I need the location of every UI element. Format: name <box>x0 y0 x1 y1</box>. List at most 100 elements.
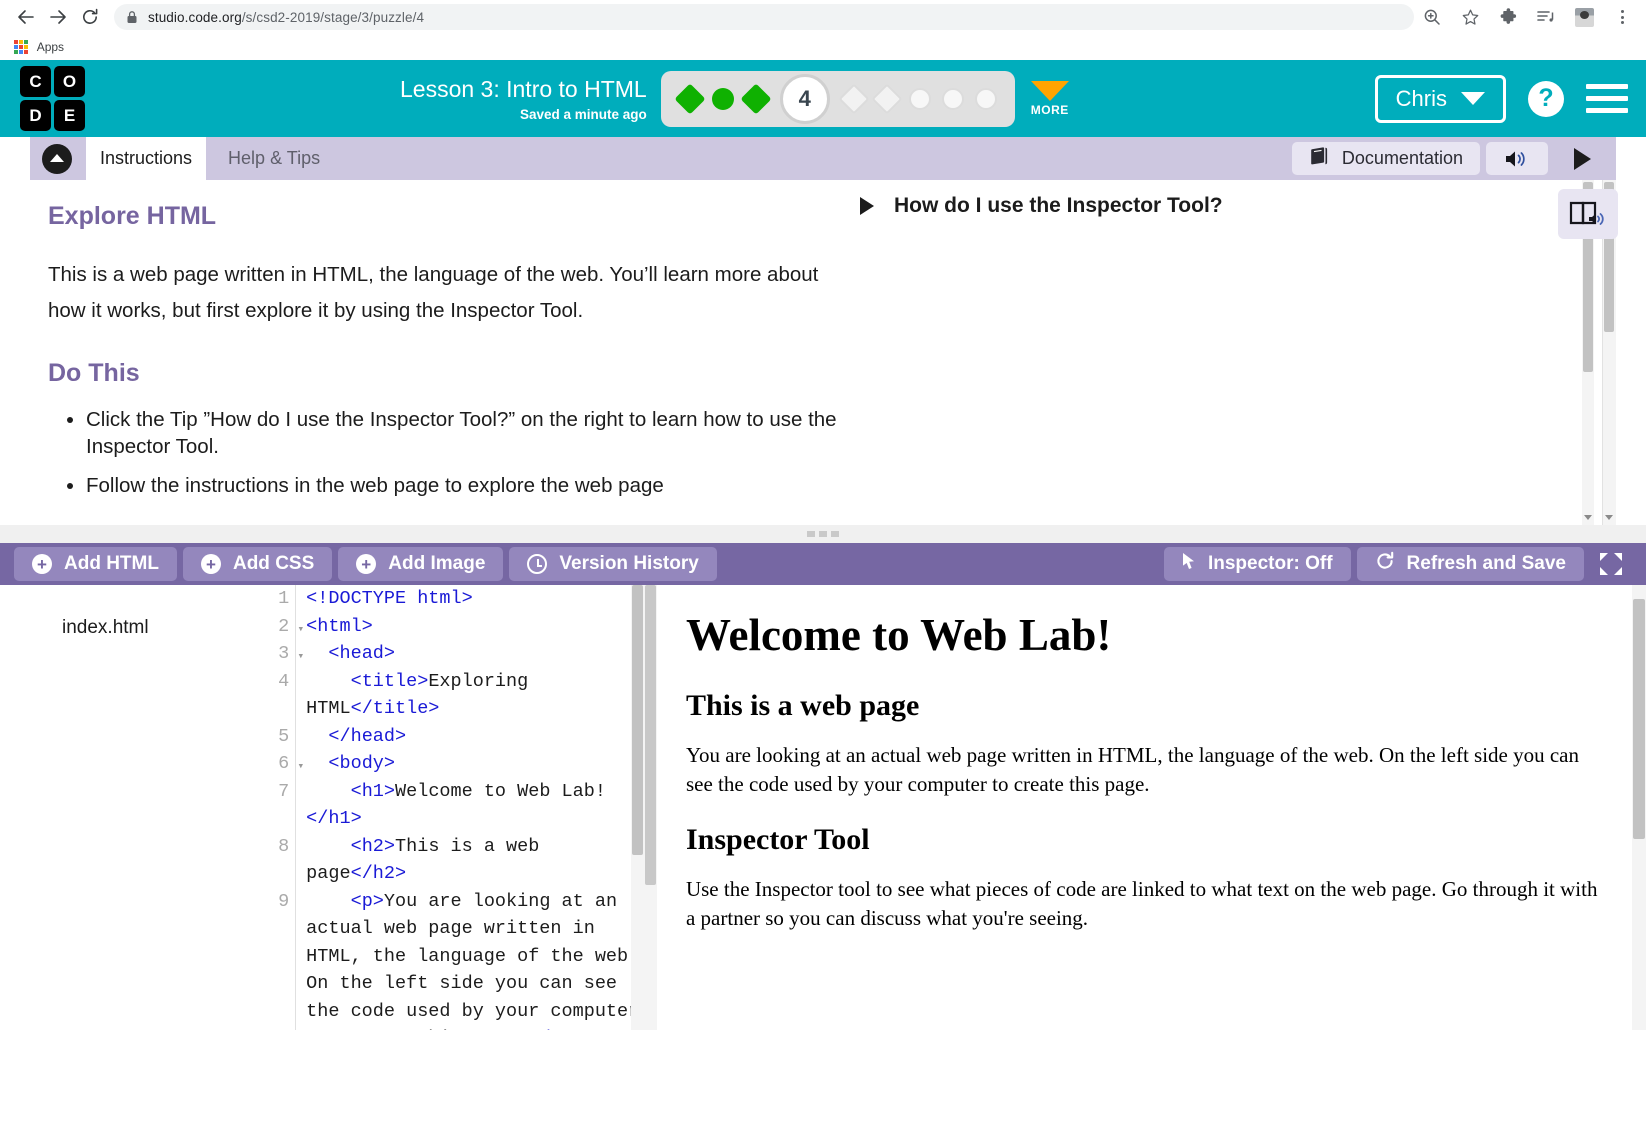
preview-paragraph-2: Use the Inspector tool to see what piece… <box>685 877 1598 930</box>
level-bubble-1[interactable] <box>674 82 706 115</box>
code-text[interactable]: <title>Exploring HTML</title> <box>295 667 644 723</box>
header-right: Chris ? <box>1374 60 1628 137</box>
refresh-and-save-button[interactable]: Refresh and Save <box>1356 547 1584 581</box>
fold-arrow-icon[interactable]: ▾ <box>298 617 305 645</box>
level-bubble-7[interactable] <box>908 87 931 110</box>
level-bubble-2[interactable] <box>711 87 734 110</box>
star-icon[interactable] <box>1460 7 1480 27</box>
code-line[interactable]: 2 ▾ <html> <box>247 612 644 640</box>
code-plain: Welcome to Web Lab! <box>395 780 606 802</box>
reload-icon[interactable] <box>74 1 106 33</box>
code-tag: </h2> <box>350 863 407 884</box>
add-html-button[interactable]: + Add HTML <box>14 547 177 581</box>
more-levels-button[interactable]: MORE <box>1030 80 1069 117</box>
code-org-logo[interactable]: C O D E <box>20 66 85 131</box>
zoom-icon[interactable] <box>1422 7 1442 27</box>
lock-icon <box>126 10 138 24</box>
editor-scrollbar[interactable] <box>630 585 644 1030</box>
code-line[interactable]: 8 <h2>This is a web page</h2> <box>247 832 644 888</box>
code-line[interactable]: 7 <h1>Welcome to Web Lab! </h1> <box>247 777 644 833</box>
code-text[interactable]: <p>You are looking at an actual web page… <box>295 887 644 1030</box>
code-tag: <h1> <box>350 780 396 802</box>
code-line[interactable]: 1 <!DOCTYPE html> <box>247 585 644 613</box>
code-text[interactable]: <body> <box>295 750 644 778</box>
hamburger-menu-icon[interactable] <box>1586 84 1628 113</box>
code-text[interactable]: <h1>Welcome to Web Lab! </h1> <box>295 777 644 833</box>
instructions-panel: Instructions Help & Tips Documentation E… <box>0 137 1646 525</box>
file-item-index-html[interactable]: index.html <box>62 617 247 639</box>
level-bubble-3[interactable] <box>740 82 772 115</box>
book-speaker-icon <box>1569 201 1604 225</box>
scrollbar-thumb[interactable] <box>631 585 643 855</box>
inspector-toggle-button[interactable]: Inspector: Off <box>1163 547 1351 581</box>
scroll-down-arrow[interactable] <box>1603 510 1615 524</box>
run-button[interactable] <box>1554 142 1610 175</box>
fold-arrow-icon[interactable]: ▾ <box>298 754 305 782</box>
preview-left-scrollbar[interactable] <box>643 585 657 1030</box>
chrome-menu-icon[interactable] <box>1612 7 1632 27</box>
fullscreen-expand-button[interactable] <box>1590 547 1632 581</box>
help-button[interactable]: ? <box>1528 80 1564 117</box>
code-plain <box>306 836 350 857</box>
profile-avatar-icon[interactable] <box>1574 7 1594 27</box>
reading-list-icon[interactable] <box>1536 7 1556 27</box>
extensions-puzzle-icon[interactable] <box>1498 7 1518 27</box>
level-bubble-9[interactable] <box>974 87 997 110</box>
tabbar-actions: Documentation <box>1291 142 1616 175</box>
level-bubble-6[interactable] <box>871 82 903 115</box>
code-line[interactable]: 4 <title>Exploring HTML</title> <box>247 667 644 723</box>
code-tag: <head> <box>328 643 396 664</box>
code-text[interactable]: <h2>This is a web page</h2> <box>295 832 644 888</box>
forward-icon[interactable] <box>42 1 74 33</box>
code-line[interactable]: 3 ▾ <head> <box>247 640 644 668</box>
apps-grid-icon[interactable] <box>14 40 28 54</box>
add-image-label: Add Image <box>388 553 486 574</box>
refresh-icon <box>1375 551 1395 577</box>
address-bar[interactable]: studio.code.org/s/csd2-2019/stage/3/puzz… <box>114 4 1414 30</box>
panel-resize-handle[interactable] <box>0 525 1646 543</box>
user-menu-button[interactable]: Chris <box>1374 74 1506 123</box>
bookmarks-bar: Apps <box>0 34 1646 60</box>
back-icon[interactable] <box>10 1 42 33</box>
preview-h2-web-page: This is a web page <box>685 689 920 722</box>
level-progress-bar: 4 <box>660 70 1015 127</box>
level-bubble-8[interactable] <box>941 87 964 110</box>
code-text[interactable]: <html> <box>295 612 644 640</box>
scrollbar-thumb[interactable] <box>644 585 656 885</box>
code-plain <box>306 891 350 912</box>
code-line[interactable]: 9 <p>You are looking at an actual web pa… <box>247 887 644 1030</box>
code-text[interactable]: <!DOCTYPE html> <box>295 585 644 613</box>
floating-tts-button[interactable] <box>1558 189 1618 239</box>
tab-instructions[interactable]: Instructions <box>86 137 207 180</box>
add-css-button[interactable]: + Add CSS <box>182 547 333 581</box>
code-line[interactable]: 5 </head> <box>247 722 644 750</box>
code-tag: </h1> <box>306 808 362 829</box>
code-tag: <body> <box>328 753 396 774</box>
scroll-down-arrow[interactable] <box>1582 510 1594 524</box>
level-bubble-5[interactable] <box>838 82 870 115</box>
instructions-body: Explore HTML This is a web page written … <box>30 180 1616 525</box>
version-history-button[interactable]: Version History <box>509 547 717 581</box>
level-bubble-current[interactable]: 4 <box>779 73 830 124</box>
add-css-label: Add CSS <box>232 553 315 574</box>
code-line[interactable]: 6 ▾ <body> <box>247 750 644 778</box>
preview-h2-inspector-tool: Inspector Tool <box>685 823 870 856</box>
code-editor[interactable]: 1 <!DOCTYPE html> 2 ▾ <html> 3 ▾ <head> 4 <titl… <box>247 585 644 1030</box>
apps-bookmark-label[interactable]: Apps <box>37 40 64 54</box>
tip-disclosure-inspector-tool[interactable]: How do I use the Inspector Tool? <box>860 194 1616 218</box>
code-lines[interactable]: 1 <!DOCTYPE html> 2 ▾ <html> 3 ▾ <head> 4 <titl… <box>247 585 644 1030</box>
tab-help-and-tips[interactable]: Help & Tips <box>214 137 334 180</box>
code-text[interactable]: </head> <box>295 722 644 750</box>
line-number: 3 ▾ <box>247 640 304 668</box>
preview-scrollbar[interactable] <box>1631 585 1646 1030</box>
lesson-info: Lesson 3: Intro to HTML Saved a minute a… <box>400 75 661 122</box>
text-to-speech-button[interactable] <box>1486 142 1548 175</box>
code-text[interactable]: <head> <box>295 640 644 668</box>
documentation-button[interactable]: Documentation <box>1291 142 1480 175</box>
scrollbar-thumb[interactable] <box>1632 599 1645 839</box>
add-image-button[interactable]: + Add Image <box>338 547 504 581</box>
logo-letter-d: D <box>20 100 51 131</box>
list-item: Click the Tip ”How do I use the Inspecto… <box>86 406 840 460</box>
fold-arrow-icon[interactable]: ▾ <box>298 644 305 672</box>
collapse-instructions-button[interactable] <box>42 143 72 174</box>
